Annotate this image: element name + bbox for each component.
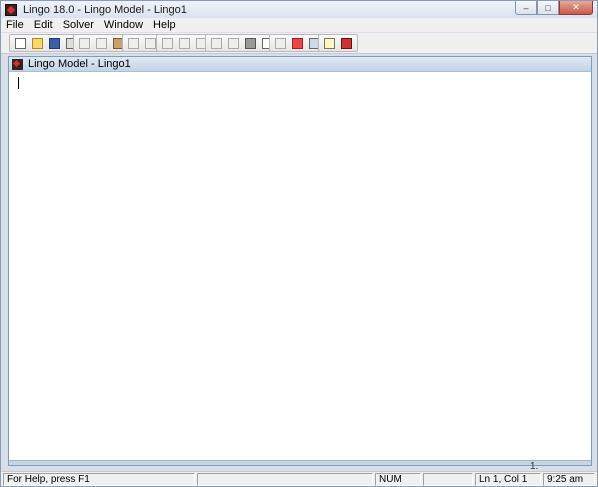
save-button[interactable] [47,36,62,51]
model-window-icon[interactable] [12,58,23,70]
caption-buttons: – □ ✕ [515,1,593,15]
tile-button[interactable] [290,36,305,51]
open-button[interactable] [30,36,45,51]
status-help-text: For Help, press F1 [3,473,195,486]
copy-button[interactable] [94,36,109,51]
new-button[interactable] [13,36,28,51]
find-icon [162,37,173,49]
lingo-app-icon[interactable] [5,3,17,16]
minimize-button[interactable]: – [515,1,537,15]
menu-help[interactable]: Help [148,19,181,31]
model-window: Lingo Model - Lingo1 [8,56,592,466]
toolbar-file-group [9,34,83,52]
menu-bar: File Edit Solver Window Help [1,18,597,33]
menu-solver[interactable]: Solver [58,19,99,31]
model-window-title-bar[interactable]: Lingo Model - Lingo1 [9,57,591,72]
context-help-button[interactable] [339,36,354,51]
open-icon [32,37,43,49]
status-time: 9:25 am [543,473,595,486]
options-button[interactable] [243,36,258,51]
redo-icon [145,37,156,49]
title-bar[interactable]: Lingo 18.0 - Lingo Model - Lingo1 – □ ✕ [1,1,597,18]
tile-icon [292,37,303,49]
find-button[interactable] [160,36,175,51]
status-pane-empty-1 [197,473,373,486]
send-to-back-icon [275,37,286,49]
undo-icon [128,37,139,49]
goto-line-button[interactable] [177,36,192,51]
close-icon: ✕ [572,2,580,12]
context-help-icon [341,37,352,49]
menu-edit[interactable]: Edit [29,19,58,31]
text-caret [18,77,19,89]
toolbar-solver-group [205,34,279,52]
send-to-back-button[interactable] [273,36,288,51]
cut-icon [79,37,90,49]
copy-icon [96,37,107,49]
new-icon [15,37,26,49]
help-topics-button[interactable] [322,36,337,51]
window-title: Lingo 18.0 - Lingo Model - Lingo1 [23,3,187,16]
save-icon [49,37,60,49]
minimize-icon: – [523,2,529,13]
menu-file[interactable]: File [1,19,29,31]
status-pane-empty-2 [423,473,473,486]
solve-button[interactable] [209,36,224,51]
goto-line-icon [179,37,190,49]
options-icon [245,37,256,49]
solution-button[interactable] [226,36,241,51]
status-bar: For Help, press F1 NUM Ln 1, Col 1 9:25 … [1,471,597,486]
model-editor[interactable] [9,73,591,461]
close-button[interactable]: ✕ [559,1,593,15]
status-num-lock: NUM [375,473,421,486]
maximize-button[interactable]: □ [537,1,559,15]
model-window-title: Lingo Model - Lingo1 [28,58,131,70]
help-topics-icon [324,37,335,49]
toolbar-help-group [318,34,358,52]
horizontal-scrollbar[interactable] [9,460,591,465]
maximize-icon: □ [545,2,551,13]
toolbar [1,33,597,54]
undo-button[interactable] [126,36,141,51]
solve-icon [211,37,222,49]
status-cursor-position: Ln 1, Col 1 [475,473,541,486]
cut-button[interactable] [77,36,92,51]
solution-icon [228,37,239,49]
menu-window[interactable]: Window [99,19,148,31]
main-window: Lingo 18.0 - Lingo Model - Lingo1 – □ ✕ … [0,0,598,487]
